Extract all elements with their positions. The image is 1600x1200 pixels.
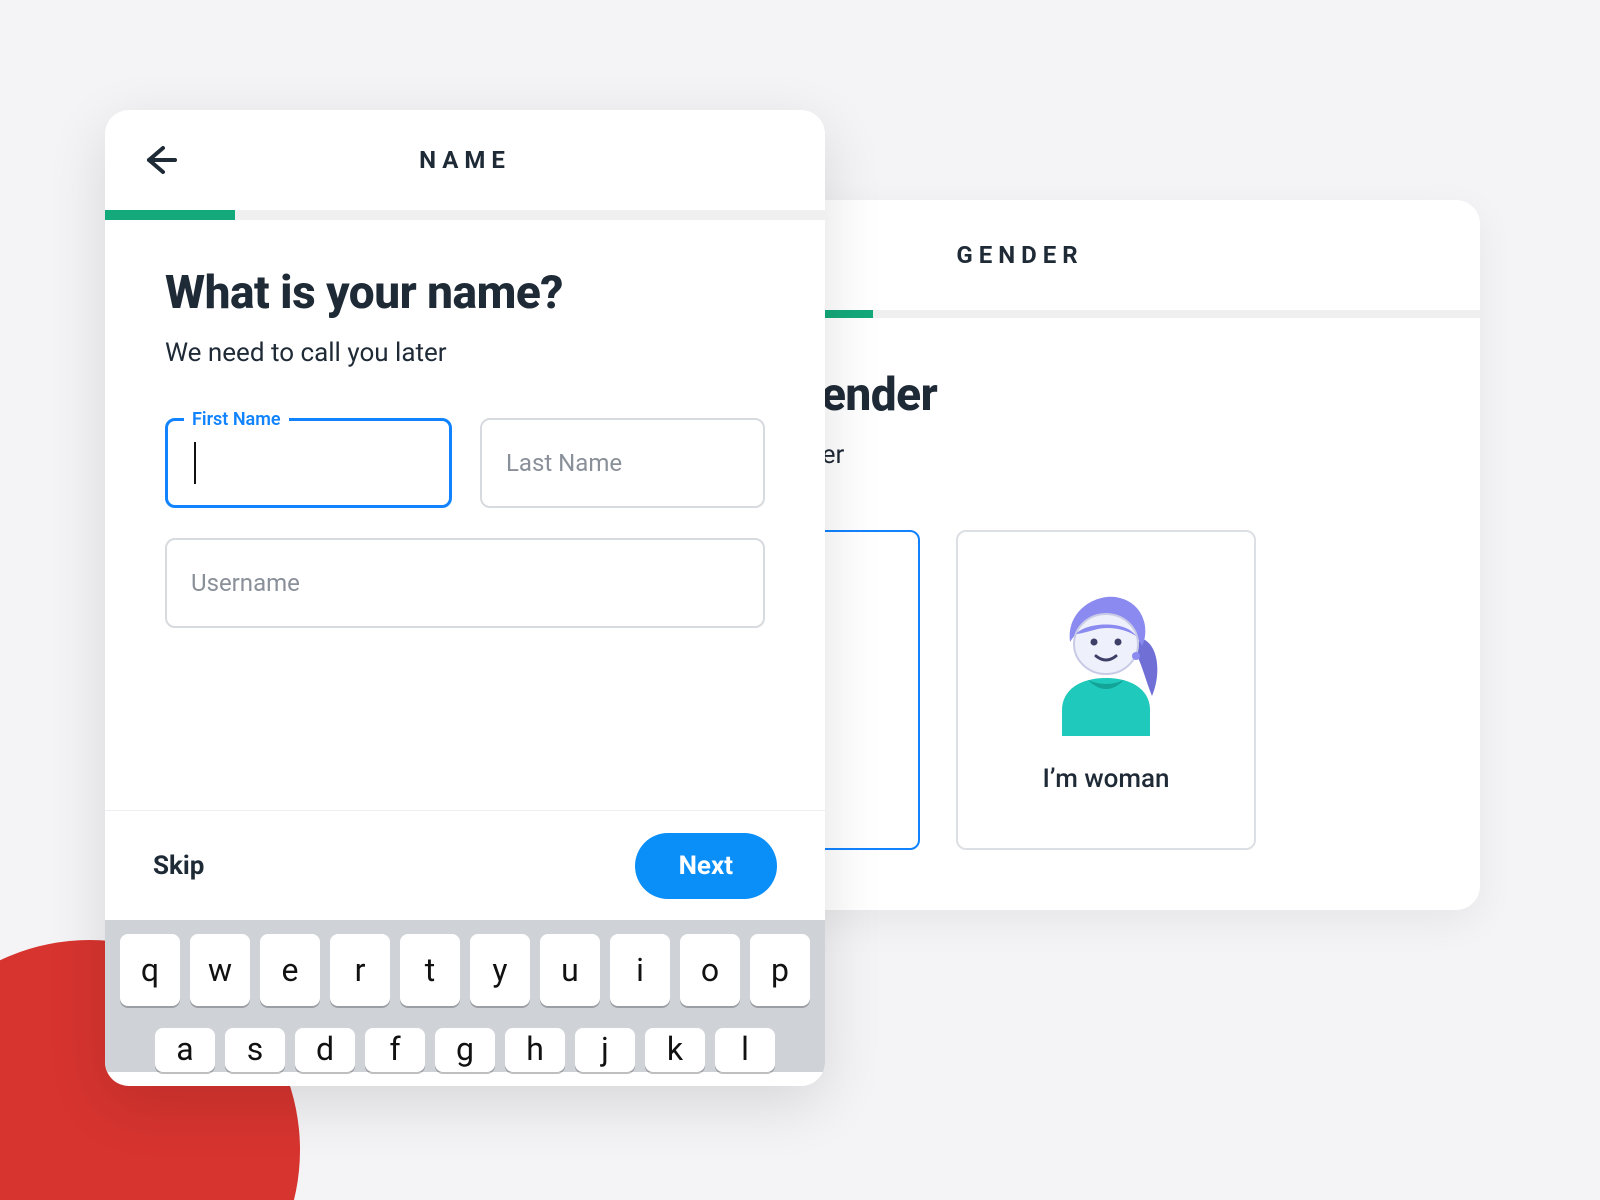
name-subtext: We need to call you later (165, 338, 765, 368)
keyboard-key-q[interactable]: q (120, 934, 180, 1006)
last-name-placeholder: Last Name (506, 449, 622, 477)
avatar-woman-icon (1036, 586, 1176, 736)
last-name-field[interactable]: Last Name (480, 418, 765, 508)
keyboard-row-2: asdfghjkl (115, 1020, 815, 1072)
username-field[interactable]: Username (165, 538, 765, 628)
arrow-left-icon (141, 140, 181, 180)
name-progress-bar (105, 210, 825, 220)
keyboard-key-k[interactable]: k (645, 1028, 705, 1072)
keyboard-key-w[interactable]: w (190, 934, 250, 1006)
keyboard-key-s[interactable]: s (225, 1028, 285, 1072)
name-header: NAME (105, 110, 825, 210)
keyboard-key-r[interactable]: r (330, 934, 390, 1006)
keyboard-key-l[interactable]: l (715, 1028, 775, 1072)
name-heading: What is your name? (165, 266, 765, 320)
keyboard-key-d[interactable]: d (295, 1028, 355, 1072)
gender-card-woman[interactable]: I’m woman (956, 530, 1256, 850)
onscreen-keyboard: qwertyuiop asdfghjkl (105, 920, 825, 1072)
name-form-row-1: First Name Last Name (165, 418, 765, 508)
keyboard-key-u[interactable]: u (540, 934, 600, 1006)
name-progress-fill (105, 210, 235, 220)
first-name-label: First Name (184, 409, 289, 430)
keyboard-row-1: qwertyuiop (115, 934, 815, 1006)
name-footer: Skip Next (105, 810, 825, 920)
keyboard-key-t[interactable]: t (400, 934, 460, 1006)
gender-header-title: GENDER (956, 241, 1083, 269)
keyboard-key-o[interactable]: o (680, 934, 740, 1006)
keyboard-key-f[interactable]: f (365, 1028, 425, 1072)
name-screen: NAME What is your name? We need to call … (105, 110, 825, 1086)
next-button[interactable]: Next (635, 833, 777, 899)
keyboard-key-e[interactable]: e (260, 934, 320, 1006)
gender-card-woman-label: I’m woman (1042, 764, 1169, 794)
name-content: What is your name? We need to call you l… (105, 220, 825, 810)
back-button[interactable] (137, 136, 185, 184)
keyboard-key-i[interactable]: i (610, 934, 670, 1006)
keyboard-key-y[interactable]: y (470, 934, 530, 1006)
keyboard-key-h[interactable]: h (505, 1028, 565, 1072)
text-caret (194, 442, 196, 484)
keyboard-key-j[interactable]: j (575, 1028, 635, 1072)
first-name-field[interactable]: First Name (165, 418, 452, 508)
skip-button[interactable]: Skip (153, 851, 204, 881)
keyboard-key-g[interactable]: g (435, 1028, 495, 1072)
keyboard-key-p[interactable]: p (750, 934, 810, 1006)
name-header-title: NAME (419, 146, 511, 174)
keyboard-key-a[interactable]: a (155, 1028, 215, 1072)
username-placeholder: Username (191, 569, 300, 597)
